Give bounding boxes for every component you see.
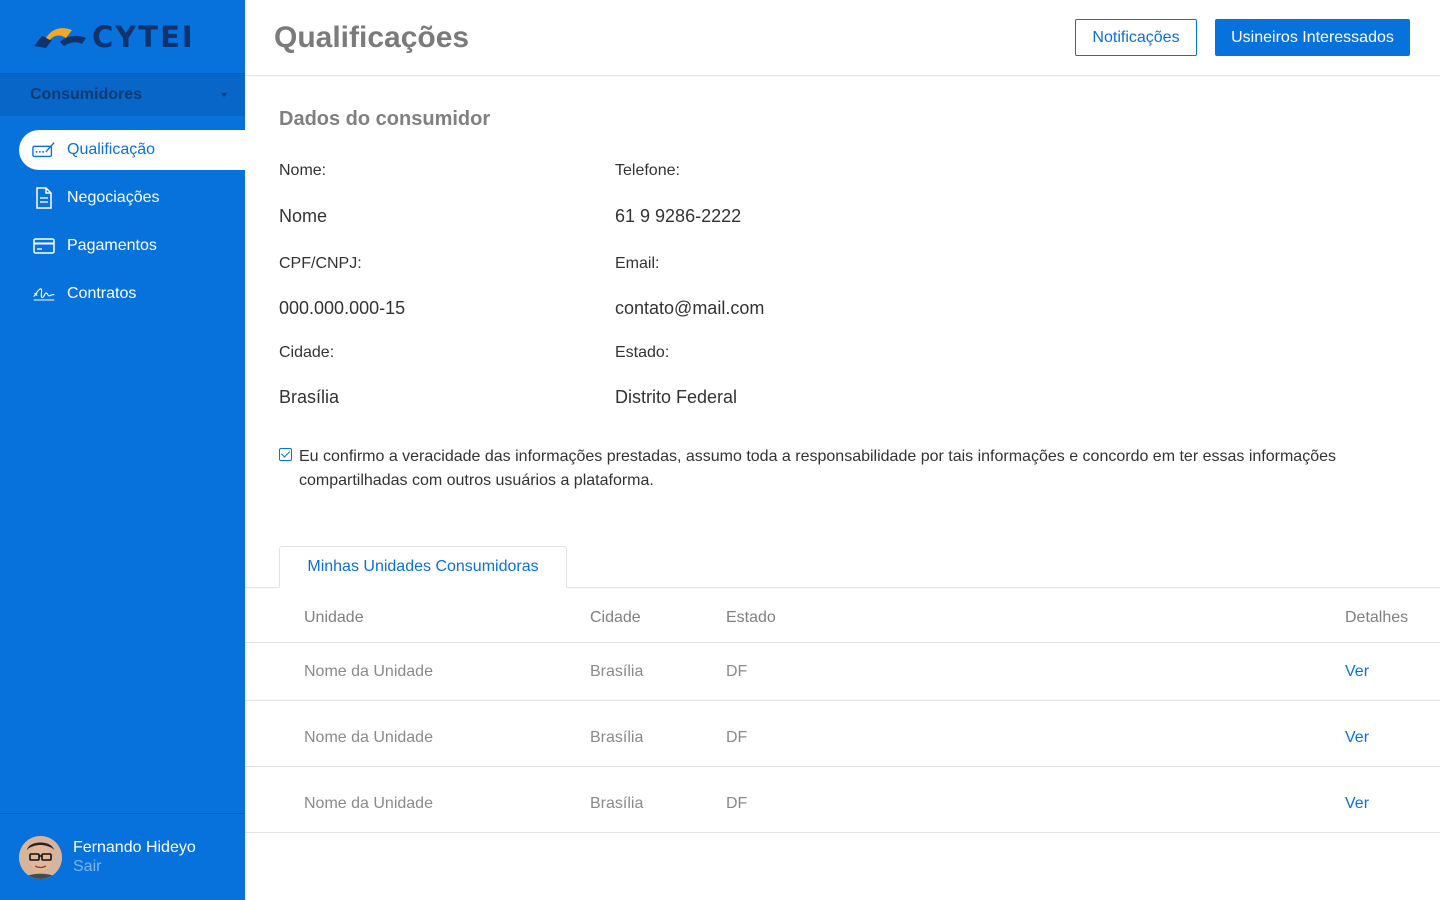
notifications-button[interactable]: Notificações — [1075, 19, 1197, 56]
phone-value: 61 9 9286-2222 — [615, 206, 742, 226]
cell-city: Brasília — [590, 729, 644, 746]
doc-value: 000.000.000-15 — [279, 298, 406, 318]
column-header-unidade: Unidade — [304, 609, 364, 626]
user-panel: Fernando Hideyo Sair — [0, 813, 245, 900]
avatar[interactable] — [19, 835, 62, 879]
caret-down-icon — [221, 93, 227, 97]
document-icon — [32, 186, 56, 210]
page-title: Qualificações — [274, 20, 470, 54]
row-divider — [245, 832, 1440, 833]
sidebar-item-label: Pagamentos — [67, 237, 157, 254]
state-value: Distrito Federal — [615, 387, 738, 407]
name-value: Nome — [279, 206, 328, 226]
column-header-cidade: Cidade — [590, 609, 641, 626]
top-bar: Qualificações Notificações Usineiros Int… — [245, 0, 1440, 76]
name-label: Nome: — [279, 162, 327, 179]
cell-unit: Nome da Unidade — [304, 663, 433, 680]
sidebar-item-contratos[interactable]: Contratos — [19, 274, 245, 314]
cell-unit: Nome da Unidade — [304, 729, 433, 746]
cell-city: Brasília — [590, 795, 644, 812]
city-value: Brasília — [279, 387, 340, 407]
confirm-text: Eu confirmo a veracidade das informações… — [299, 448, 1336, 489]
row-divider — [245, 700, 1440, 701]
cell-state: DF — [726, 729, 748, 746]
sidebar-nav: Qualificação Negociações Pagamentos Cont… — [0, 116, 245, 314]
sidebar-item-label: Qualificação — [67, 141, 156, 158]
sidebar-item-qualificacao[interactable]: Qualificação — [19, 130, 245, 170]
sidebar: CYTEI Consumidores Qualificação Negociaç… — [0, 0, 245, 900]
tab-minhas-unidades[interactable]: Minhas Unidades Consumidoras — [279, 546, 567, 588]
user-name: Fernando Hideyo — [73, 838, 196, 856]
confirm-checkbox[interactable] — [279, 448, 292, 461]
credit-card-icon — [32, 234, 56, 258]
row-divider — [245, 766, 1440, 767]
user-info: Fernando Hideyo Sair — [73, 839, 196, 876]
phone-label: Telefone: — [615, 162, 680, 179]
section-title: Dados do consumidor — [279, 108, 491, 130]
city-label: Cidade: — [279, 344, 335, 361]
signature-icon — [32, 282, 56, 306]
cell-state: DF — [726, 795, 748, 812]
view-details-link[interactable]: Ver — [1345, 729, 1369, 747]
logo-mark-icon — [34, 27, 86, 48]
qualification-icon — [32, 138, 56, 162]
state-label: Estado: — [615, 344, 670, 361]
logout-link[interactable]: Sair — [73, 858, 196, 876]
brand-name: CYTEI — [92, 19, 195, 54]
section-consumidores[interactable]: Consumidores — [0, 74, 245, 116]
cell-state: DF — [726, 663, 748, 680]
doc-label: CPF/CNPJ: — [279, 255, 362, 272]
email-label: Email: — [615, 255, 660, 272]
row-divider — [245, 642, 1440, 643]
section-label: Consumidores — [30, 86, 143, 103]
cell-city: Brasília — [590, 663, 644, 680]
email-value: contato@mail.com — [615, 298, 765, 318]
cell-unit: Nome da Unidade — [304, 795, 433, 812]
column-header-detalhes: Detalhes — [1345, 609, 1409, 626]
view-details-link[interactable]: Ver — [1345, 663, 1369, 681]
sidebar-item-label: Negociações — [67, 189, 160, 206]
confirm-row: Eu confirmo a veracidade das informações… — [279, 445, 1379, 493]
sidebar-item-label: Contratos — [67, 285, 137, 302]
column-header-estado: Estado — [726, 609, 776, 626]
interested-producers-button[interactable]: Usineiros Interessados — [1215, 19, 1410, 56]
view-details-link[interactable]: Ver — [1345, 795, 1369, 813]
sidebar-item-pagamentos[interactable]: Pagamentos — [19, 226, 245, 266]
sidebar-item-negociacoes[interactable]: Negociações — [19, 178, 245, 218]
brand-logo[interactable]: CYTEI — [0, 0, 245, 74]
